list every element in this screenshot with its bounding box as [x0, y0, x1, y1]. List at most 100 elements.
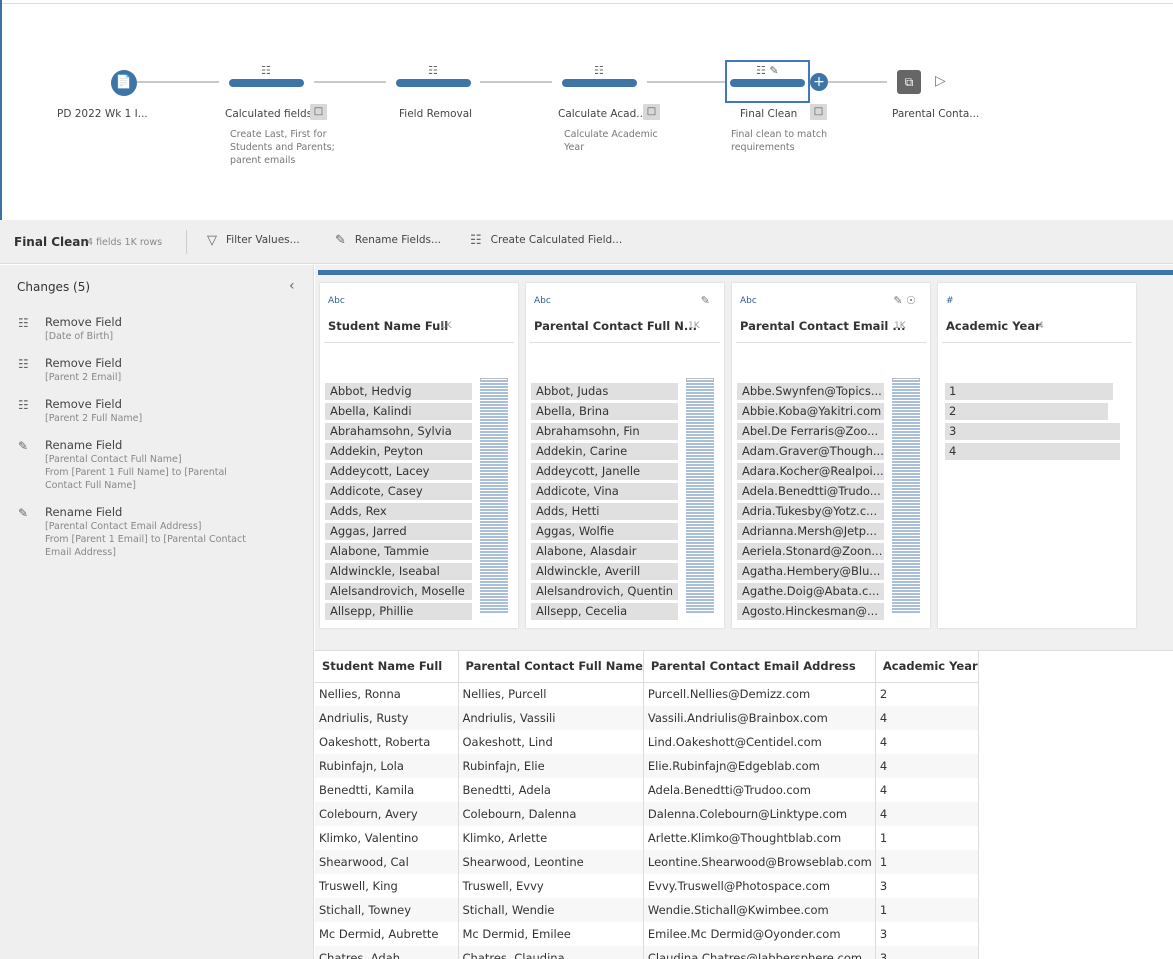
table-cell[interactable]: 4: [875, 802, 979, 826]
table-cell[interactable]: Benedtti, Adela: [458, 778, 644, 802]
profile-card[interactable]: Abc ✎ ☉ Parental Contact Email ... 1K Abbe.S…: [732, 283, 930, 628]
value-bar[interactable]: Adara.Kocher@Realpoi...: [737, 463, 884, 480]
table-row[interactable]: Colebourn, Avery Colebourn, Dalenna Dalenn…: [315, 802, 979, 826]
value-bar[interactable]: Adela.Benedtti@Trudo...: [737, 483, 884, 500]
card-action-icons[interactable]: ✎ ☉: [893, 294, 916, 307]
table-cell[interactable]: Andriulis, Vassili: [458, 706, 644, 730]
table-cell[interactable]: 4: [875, 706, 979, 730]
value-bar[interactable]: Allsepp, Phillie: [325, 603, 472, 620]
table-cell[interactable]: Oakeshott, Lind: [458, 730, 644, 754]
value-bar[interactable]: Addekin, Peyton: [325, 443, 472, 460]
column-header[interactable]: Academic Year: [875, 651, 979, 683]
table-cell[interactable]: 3: [875, 946, 979, 959]
table-cell[interactable]: Rubinfajn, Elie: [458, 754, 644, 778]
table-row[interactable]: Rubinfajn, Lola Rubinfajn, Elie Elie.Rubin…: [315, 754, 979, 778]
value-bar[interactable]: Alelsandrovich, Quentin: [531, 583, 678, 600]
value-bar[interactable]: Adrianna.Mersh@Jetp...: [737, 523, 884, 540]
value-bar[interactable]: Adam.Graver@Though...: [737, 443, 884, 460]
table-row[interactable]: Truswell, King Truswell, Evvy Evvy.Truswel…: [315, 874, 979, 898]
create-calculated-field-button[interactable]: ☷ Create Calculated Field...: [470, 232, 622, 248]
value-bar[interactable]: Addicote, Vina: [531, 483, 678, 500]
table-cell[interactable]: 2: [875, 682, 979, 706]
value-bar[interactable]: Aldwinckle, Averill: [531, 563, 678, 580]
table-cell[interactable]: 3: [875, 874, 979, 898]
table-row[interactable]: Andriulis, Rusty Andriulis, Vassili Vassil…: [315, 706, 979, 730]
table-row[interactable]: Stichall, Towney Stichall, Wendie Wendie.S…: [315, 898, 979, 922]
value-bar[interactable]: Addeycott, Lacey: [325, 463, 472, 480]
table-cell[interactable]: Shearwood, Leontine: [458, 850, 644, 874]
value-bar[interactable]: Abbot, Judas: [531, 383, 678, 400]
column-header[interactable]: Parental Contact Full Name: [458, 651, 644, 683]
value-bar[interactable]: Adria.Tukesby@Yotz.c...: [737, 503, 884, 520]
value-bar[interactable]: Abrahamsohn, Fin: [531, 423, 678, 440]
table-cell[interactable]: Arlette.Klimko@Thoughtblab.com: [643, 826, 876, 850]
run-flow-icon[interactable]: ▷: [935, 73, 946, 89]
table-cell[interactable]: Mc Dermid, Aubrette: [315, 922, 459, 946]
value-bar[interactable]: Addekin, Carine: [531, 443, 678, 460]
field-name[interactable]: Parental Contact Email ...: [740, 319, 905, 333]
data-grid[interactable]: Student Name Full Parental Contact Full N…: [315, 650, 1173, 959]
card-action-icons[interactable]: ✎: [701, 294, 710, 307]
filter-values-button[interactable]: ▽ Filter Values...: [207, 232, 300, 248]
table-cell[interactable]: Chatres, Adah: [315, 946, 459, 959]
value-bar[interactable]: Aeriela.Stonard@Zoon...: [737, 543, 884, 560]
field-name[interactable]: Student Name Full: [328, 319, 448, 333]
value-bar[interactable]: 3: [945, 423, 1120, 440]
profile-card[interactable]: # Academic Year 4 1 2 3 4: [938, 283, 1136, 628]
table-row[interactable]: Benedtti, Kamila Benedtti, Adela Adela.Ben…: [315, 778, 979, 802]
table-cell[interactable]: Mc Dermid, Emilee: [458, 922, 644, 946]
table-cell[interactable]: 1: [875, 850, 979, 874]
table-cell[interactable]: Stichall, Towney: [315, 898, 459, 922]
table-cell[interactable]: Chatres, Claudina: [458, 946, 644, 959]
distribution-scrollbar[interactable]: [686, 380, 714, 613]
table-row[interactable]: Nellies, Ronna Nellies, Purcell Purcell.Ne…: [315, 682, 979, 706]
value-bar[interactable]: Abbot, Hedvig: [325, 383, 472, 400]
table-cell[interactable]: 4: [875, 778, 979, 802]
table-cell[interactable]: Vassili.Andriulis@Brainbox.com: [643, 706, 876, 730]
value-bar[interactable]: 1: [945, 383, 1113, 400]
value-bar[interactable]: Abella, Brina: [531, 403, 678, 420]
table-cell[interactable]: Colebourn, Avery: [315, 802, 459, 826]
table-cell[interactable]: Purcell.Nellies@Demizz.com: [643, 682, 876, 706]
column-header[interactable]: Parental Contact Email Address: [643, 651, 876, 683]
value-bar[interactable]: Agosto.Hinckesman@...: [737, 603, 884, 620]
value-bar[interactable]: Alelsandrovich, Moselle: [325, 583, 472, 600]
distribution-scrollbar[interactable]: [892, 380, 920, 613]
field-name[interactable]: Academic Year: [946, 319, 1041, 333]
table-cell[interactable]: Truswell, King: [315, 874, 459, 898]
value-bar[interactable]: Aggas, Jarred: [325, 523, 472, 540]
value-bar[interactable]: Aldwinckle, Iseabal: [325, 563, 472, 580]
comment-icon[interactable]: □: [643, 104, 660, 120]
profile-card[interactable]: Abc Student Name Full 1K Abbot, Hedvig Abell…: [320, 283, 518, 628]
value-bar[interactable]: Aggas, Wolfie: [531, 523, 678, 540]
input-step-node[interactable]: 📄: [111, 70, 137, 96]
table-cell[interactable]: Nellies, Ronna: [315, 682, 459, 706]
table-cell[interactable]: Benedtti, Kamila: [315, 778, 459, 802]
profile-card[interactable]: Abc ✎ Parental Contact Full N... 1K Abbot, J…: [526, 283, 724, 628]
table-cell[interactable]: Wendie.Stichall@Kwimbee.com: [643, 898, 876, 922]
chevron-left-icon[interactable]: ‹: [289, 278, 295, 294]
table-cell[interactable]: 3: [875, 922, 979, 946]
value-bar[interactable]: Adds, Hetti: [531, 503, 678, 520]
column-header[interactable]: Student Name Full: [315, 651, 459, 683]
table-cell[interactable]: 1: [875, 898, 979, 922]
value-bar[interactable]: Abella, Kalindi: [325, 403, 472, 420]
table-row[interactable]: Oakeshott, Roberta Oakeshott, Lind Lind.Oa…: [315, 730, 979, 754]
table-cell[interactable]: Claudina.Chatres@Jabbersphere.com: [643, 946, 876, 959]
value-bar[interactable]: 4: [945, 443, 1120, 460]
flow-canvas[interactable]: 📄 PD 2022 Wk 1 I... ☷ Calculated fields …: [0, 0, 1173, 220]
table-cell[interactable]: Rubinfajn, Lola: [315, 754, 459, 778]
comment-icon[interactable]: □: [310, 104, 327, 120]
value-bar[interactable]: Agathe.Doig@Abata.c...: [737, 583, 884, 600]
table-cell[interactable]: Leontine.Shearwood@Browseblab.com: [643, 850, 876, 874]
table-cell[interactable]: Nellies, Purcell: [458, 682, 644, 706]
table-cell[interactable]: Lind.Oakeshott@Centidel.com: [643, 730, 876, 754]
table-cell[interactable]: 4: [875, 754, 979, 778]
value-bar[interactable]: 2: [945, 403, 1108, 420]
table-cell[interactable]: Evvy.Truswell@Photospace.com: [643, 874, 876, 898]
value-bar[interactable]: Alabone, Alasdair: [531, 543, 678, 560]
table-cell[interactable]: 4: [875, 730, 979, 754]
value-bar[interactable]: Abrahamsohn, Sylvia: [325, 423, 472, 440]
comment-icon[interactable]: □: [810, 104, 827, 120]
table-cell[interactable]: Truswell, Evvy: [458, 874, 644, 898]
